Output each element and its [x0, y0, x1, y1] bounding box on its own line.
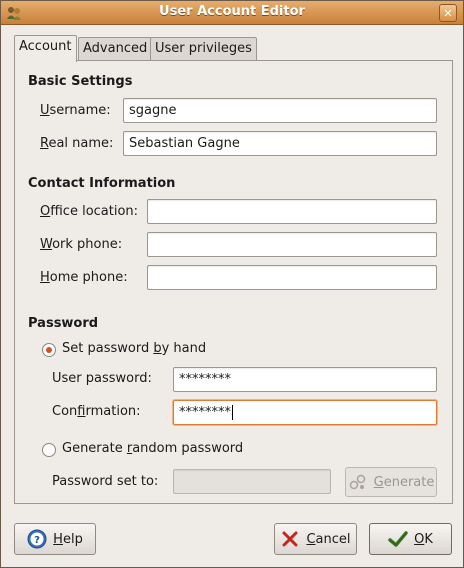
username-label: Username:: [40, 103, 111, 118]
tab-account[interactable]: Account: [14, 35, 77, 62]
confirmation-label: Confirmation:: [52, 404, 141, 419]
generate-random-password-label[interactable]: Generate random password: [62, 441, 243, 456]
generate-button: Generate: [345, 467, 437, 497]
real-name-field[interactable]: Sebastian Gagne: [123, 131, 437, 156]
home-phone-label: Home phone:: [40, 270, 128, 285]
set-password-by-hand-radio[interactable]: [42, 343, 56, 357]
work-phone-label: Work phone:: [40, 237, 123, 252]
cancel-x-icon: [280, 529, 300, 549]
account-tab-panel: Basic Settings Username: sgagne Real nam…: [14, 60, 453, 504]
help-icon: ?: [27, 529, 47, 549]
title-bar[interactable]: User Account Editor ✕: [1, 1, 463, 25]
username-field[interactable]: sgagne: [123, 98, 437, 123]
password-heading: Password: [28, 316, 99, 331]
help-button[interactable]: ? Help: [14, 523, 96, 555]
home-phone-field[interactable]: [147, 265, 437, 290]
ok-button-label: OK: [414, 531, 433, 547]
password-set-to-label: Password set to:: [52, 474, 159, 489]
cancel-button[interactable]: Cancel: [274, 523, 357, 555]
user-password-label: User password:: [52, 371, 152, 386]
confirmation-value: ********: [179, 405, 231, 420]
generate-button-label: Generate: [373, 474, 435, 490]
help-button-label: Help: [53, 531, 83, 547]
window-title: User Account Editor: [159, 4, 305, 19]
close-button[interactable]: ✕: [439, 4, 457, 22]
close-icon: ✕: [443, 6, 453, 20]
text-caret: [232, 405, 233, 420]
real-name-label: Real name:: [40, 136, 114, 151]
user-password-field[interactable]: ********: [173, 367, 437, 392]
svg-text:?: ?: [34, 535, 40, 546]
tab-user-privileges[interactable]: User privileges: [150, 37, 257, 61]
office-location-label: Office location:: [40, 204, 139, 219]
cancel-button-label: Cancel: [306, 531, 351, 547]
basic-settings-heading: Basic Settings: [28, 74, 133, 89]
ok-checkmark-icon: [388, 529, 408, 549]
generate-icon: [348, 472, 368, 492]
office-location-field[interactable]: [147, 199, 437, 224]
set-password-by-hand-label[interactable]: Set password by hand: [62, 341, 206, 356]
tab-advanced[interactable]: Advanced: [78, 37, 153, 61]
confirmation-field[interactable]: ********: [173, 400, 437, 425]
work-phone-field[interactable]: [147, 232, 437, 257]
generate-random-password-radio[interactable]: [42, 443, 56, 457]
dialog-window: User Account Editor ✕ Account Advanced U…: [0, 0, 464, 568]
contact-information-heading: Contact Information: [28, 176, 176, 191]
ok-button[interactable]: OK: [369, 523, 452, 555]
password-set-to-field: [173, 469, 331, 494]
